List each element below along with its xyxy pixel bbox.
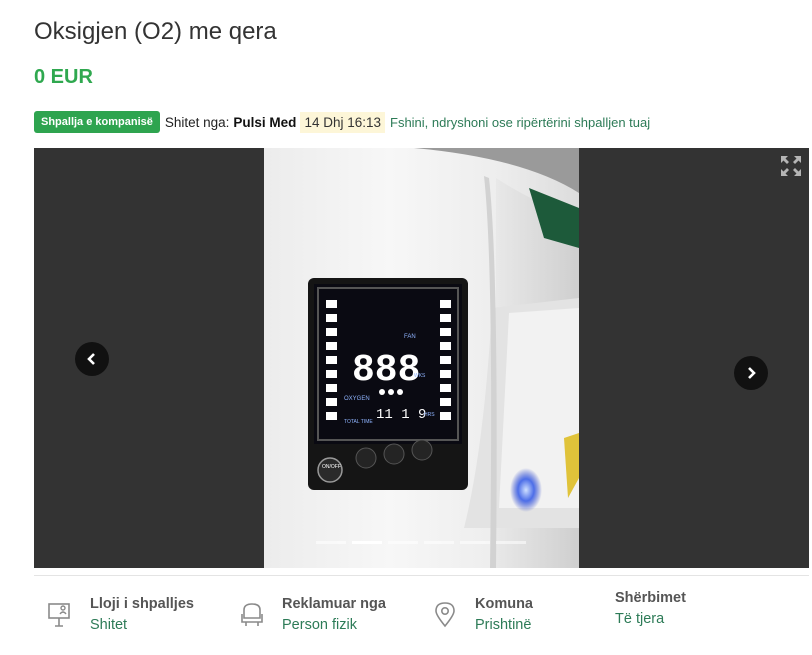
detail-services: Shërbimet Të tjera: [615, 590, 686, 627]
seller-prefix: Shitet nga:: [164, 114, 230, 130]
detail-label: Lloji i shpalljes: [90, 596, 194, 612]
photo-gallery[interactable]: FAN 888 WKS OXYGEN TOTAL TIME 11 1 9 HRS…: [34, 148, 809, 568]
slide-indicator[interactable]: [460, 541, 490, 544]
page-title: Oksigjen (O2) me qera: [34, 18, 277, 45]
location-pin-icon: [435, 602, 455, 628]
detail-municipality: Komuna Prishtinë: [431, 596, 533, 633]
slide-indicator[interactable]: [316, 541, 346, 544]
manage-listing-link[interactable]: Fshini, ndryshoni ose ripërtërini shpall…: [390, 115, 650, 130]
svg-text:ON/OFF: ON/OFF: [322, 464, 341, 470]
svg-text:888: 888: [352, 349, 420, 392]
chevron-left-icon: [87, 353, 95, 365]
listing-date: 14 Dhj 16:13: [300, 111, 385, 133]
sign-icon: [48, 603, 70, 627]
detail-value: Person fizik: [282, 617, 357, 633]
detail-label: Reklamuar nga: [282, 596, 386, 612]
seller-name: Pulsi Med: [233, 114, 297, 130]
fullscreen-button[interactable]: [779, 154, 803, 178]
detail-label: Shërbimet: [615, 590, 686, 606]
slide-indicator[interactable]: [496, 541, 526, 544]
price: 0 EUR: [34, 66, 93, 88]
next-slide-button[interactable]: [734, 356, 768, 390]
svg-text:FAN: FAN: [404, 334, 416, 340]
slide-indicator[interactable]: [424, 541, 454, 544]
detail-listing-type: Lloji i shpalljes Shitet: [46, 596, 194, 633]
svg-text:11 1 9: 11 1 9: [376, 407, 426, 423]
slide-indicator[interactable]: [352, 541, 382, 544]
person-chair-icon: [241, 603, 263, 626]
listing-photo: FAN 888 WKS OXYGEN TOTAL TIME 11 1 9 HRS…: [264, 148, 579, 568]
expand-icon: [781, 156, 801, 176]
detail-label: Komuna: [475, 596, 533, 612]
svg-text:WKS: WKS: [414, 373, 426, 379]
detail-value: Shitet: [90, 617, 128, 633]
svg-text:TOTAL TIME: TOTAL TIME: [344, 419, 373, 425]
divider: [34, 575, 809, 576]
slide-indicator[interactable]: [388, 541, 418, 544]
chevron-right-icon: [748, 367, 756, 379]
listing-meta: Shpallja e kompanisë Shitet nga: Pulsi M…: [34, 110, 650, 134]
company-badge: Shpallja e kompanisë: [34, 111, 160, 133]
detail-advertised-by: Reklamuar nga Person fizik: [238, 596, 386, 633]
oxygen-concentrator-image: FAN 888 WKS OXYGEN TOTAL TIME 11 1 9 HRS…: [308, 148, 579, 568]
slide-indicators: [316, 541, 526, 544]
detail-value: Prishtinë: [475, 617, 532, 633]
svg-text:HRS: HRS: [424, 412, 435, 418]
svg-text:OXYGEN: OXYGEN: [344, 396, 370, 402]
prev-slide-button[interactable]: [75, 342, 109, 376]
detail-value: Të tjera: [615, 611, 665, 627]
